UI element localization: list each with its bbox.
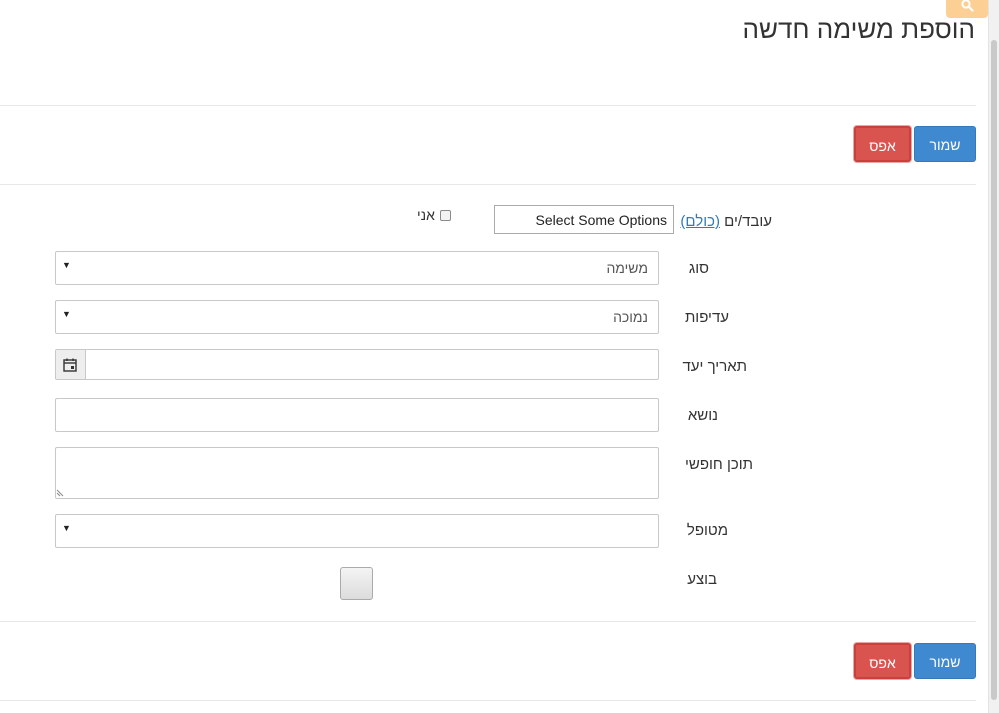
calendar-button[interactable] (56, 350, 86, 379)
type-select-value: משימה (606, 260, 648, 276)
priority-select-value: נמוכה (613, 309, 648, 325)
search-icon (961, 0, 974, 12)
type-label: סוג (688, 260, 709, 277)
handled-by-label: מטופל (686, 522, 728, 539)
priority-select[interactable]: נמוכה ▼ (55, 300, 659, 334)
handled-by-select[interactable]: ▼ (55, 514, 659, 548)
due-date-label: תאריך יעד (682, 358, 747, 375)
save-button-bottom[interactable]: שמור (914, 643, 976, 679)
subject-label: נושא (687, 407, 718, 424)
free-text-textarea[interactable] (55, 447, 659, 499)
workers-label: עובד/ים (כולם) (680, 213, 772, 230)
save-button[interactable]: שמור (914, 126, 976, 162)
workers-multiselect[interactable]: Select Some Options (494, 205, 674, 234)
type-select[interactable]: משימה ▼ (55, 251, 659, 285)
calendar-icon (63, 358, 77, 372)
divider (0, 184, 976, 185)
dropdown-arrow-icon: ▼ (62, 523, 71, 533)
me-label: אני (417, 207, 435, 223)
reset-button[interactable]: אפס (854, 126, 911, 162)
select-all-workers-link[interactable]: (כולם) (680, 213, 720, 230)
me-checkbox[interactable] (440, 210, 451, 221)
divider (0, 105, 976, 106)
reset-button-bottom[interactable]: אפס (854, 643, 911, 679)
free-text-label: תוכן חופשי (685, 456, 753, 473)
divider (0, 621, 976, 622)
due-date-input[interactable] (55, 349, 659, 380)
done-checkbox[interactable] (340, 567, 373, 600)
priority-label: עדיפות (684, 309, 729, 326)
subject-input[interactable] (55, 398, 659, 432)
scrollbar-thumb[interactable] (991, 40, 997, 700)
workers-placeholder: Select Some Options (535, 212, 667, 228)
dropdown-arrow-icon: ▼ (62, 309, 71, 319)
workers-label-text: עובד/ים (724, 213, 772, 230)
resize-handle-icon[interactable] (56, 487, 66, 497)
divider (0, 700, 976, 701)
dropdown-arrow-icon: ▼ (62, 260, 71, 270)
done-label: בוצע (687, 571, 717, 588)
page-title: הוספת משימה חדשה (742, 14, 975, 44)
